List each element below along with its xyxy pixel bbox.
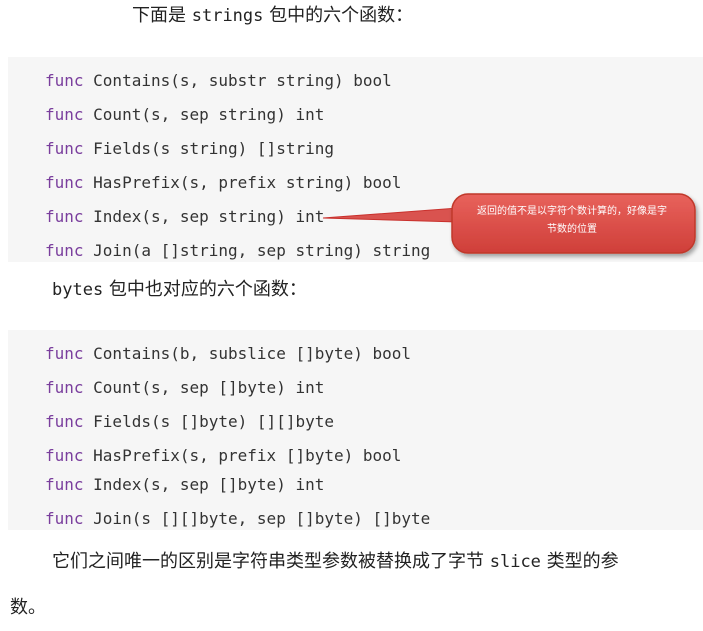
func-keyword: func [45,446,84,465]
func-keyword: func [45,105,84,124]
func-keyword: func [45,475,84,494]
func-signature: Index(s, sep []byte) int [83,475,325,494]
func-signature: Join(s [][]byte, sep []byte) []byte [83,509,431,528]
inline-code-slice: slice [489,552,541,572]
code-line: func Count(s, sep []byte) int [45,377,324,399]
code-line: func HasPrefix(s, prefix []byte) bool [45,445,401,467]
code-line: func HasPrefix(s, prefix string) bool [45,172,401,194]
code-line: func Join(s [][]byte, sep []byte) []byte [45,508,430,530]
closing-text-before: 它们之间唯一的区别是字符串类型参数被替换成了字节 [52,551,490,572]
intro-text-after: 包中的六个函数： [263,5,414,26]
callout-note-line1: 返回的值不是以字符个数计算的，好像是字 [477,206,667,217]
func-signature: Join(a []string, sep string) string [83,241,431,260]
func-signature: HasPrefix(s, prefix string) bool [83,173,402,192]
func-keyword: func [45,509,84,528]
inline-code-bytes: bytes [52,280,104,300]
func-signature: Fields(s []byte) [][]byte [83,412,334,431]
intro-text-after: 包中也对应的六个函数： [103,279,307,300]
inline-code-strings: strings [191,6,264,26]
func-keyword: func [45,139,84,158]
intro-bytes-heading: bytes 包中也对应的六个函数： [52,276,307,304]
closing-paragraph: 它们之间唯一的区别是字符串类型参数被替换成了字节 slice 类型的参 [0,539,703,585]
code-line: func Contains(s, substr string) bool [45,70,392,92]
func-signature: HasPrefix(s, prefix []byte) bool [83,446,402,465]
code-line: func Index(s, sep []byte) int [45,474,324,496]
callout-note-line2: 节数的位置 [547,224,597,235]
func-keyword: func [45,173,84,192]
func-keyword: func [45,241,84,260]
intro-text-before: 下面是 [132,5,192,26]
func-keyword: func [45,412,84,431]
code-line: func Index(s, sep string) int [45,206,324,228]
code-line: func Join(a []string, sep string) string [45,240,430,262]
code-line: func Fields(s []byte) [][]byte [45,411,334,433]
func-keyword: func [45,207,84,226]
callout-note: 返回的值不是以字符个数计算的，好像是字 节数的位置 [460,203,684,239]
code-line: func Contains(b, subslice []byte) bool [45,343,411,365]
func-signature: Count(s, sep []byte) int [83,378,325,397]
func-keyword: func [45,378,84,397]
func-keyword: func [45,71,84,90]
intro-strings-heading: 下面是 strings 包中的六个函数： [132,2,413,30]
func-signature: Count(s, sep string) int [83,105,325,124]
code-line: func Fields(s string) []string [45,138,334,160]
func-signature: Contains(s, substr string) bool [83,71,392,90]
func-signature: Index(s, sep string) int [83,207,325,226]
code-line: func Count(s, sep string) int [45,104,324,126]
func-signature: Contains(b, subslice []byte) bool [83,344,412,363]
closing-paragraph-end: 数。 [10,597,46,618]
closing-text-after: 类型的参 [540,551,619,572]
func-keyword: func [45,344,84,363]
func-signature: Fields(s string) []string [83,139,334,158]
bytes-code-block: func Contains(b, subslice []byte) bool f… [8,330,703,530]
